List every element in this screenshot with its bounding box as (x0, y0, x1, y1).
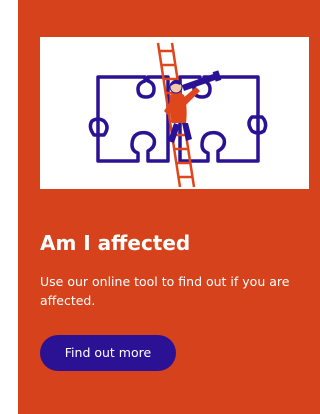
find-out-more-button[interactable]: Find out more (40, 335, 176, 371)
card-description: Use our online tool to find out if you a… (40, 274, 290, 308)
card-title: Am I affected (40, 231, 191, 255)
info-card: Am I affected Use our online tool to fin… (18, 0, 320, 414)
puzzle-ladder-telescope-illustration (88, 42, 268, 188)
illustration-panel (40, 37, 309, 189)
